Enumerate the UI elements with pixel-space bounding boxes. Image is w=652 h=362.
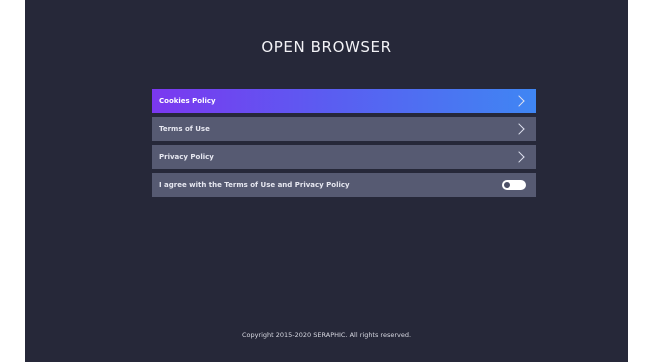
browser-screen: OPEN BROWSER Cookies Policy Terms of Use…: [25, 0, 628, 362]
agreement-row[interactable]: I agree with the Terms of Use and Privac…: [152, 173, 536, 197]
toggle-knob: [504, 182, 510, 188]
menu-item-label: Cookies Policy: [159, 97, 216, 105]
page-title: OPEN BROWSER: [261, 38, 392, 56]
chevron-right-icon: [513, 151, 525, 163]
chevron-right-icon: [513, 123, 525, 135]
agreement-label: I agree with the Terms of Use and Privac…: [159, 181, 350, 189]
chevron-right-icon: [513, 95, 525, 107]
menu-item-label: Terms of Use: [159, 125, 210, 133]
menu-item-terms-of-use[interactable]: Terms of Use: [152, 117, 536, 141]
copyright-footer: Copyright 2015-2020 SERAPHIC. All rights…: [241, 331, 412, 339]
menu-item-privacy-policy[interactable]: Privacy Policy: [152, 145, 536, 169]
menu-item-label: Privacy Policy: [159, 153, 214, 161]
policy-menu: Cookies Policy Terms of Use Privacy Poli…: [152, 89, 536, 201]
agreement-toggle[interactable]: [502, 180, 526, 190]
menu-item-cookies-policy[interactable]: Cookies Policy: [152, 89, 536, 113]
